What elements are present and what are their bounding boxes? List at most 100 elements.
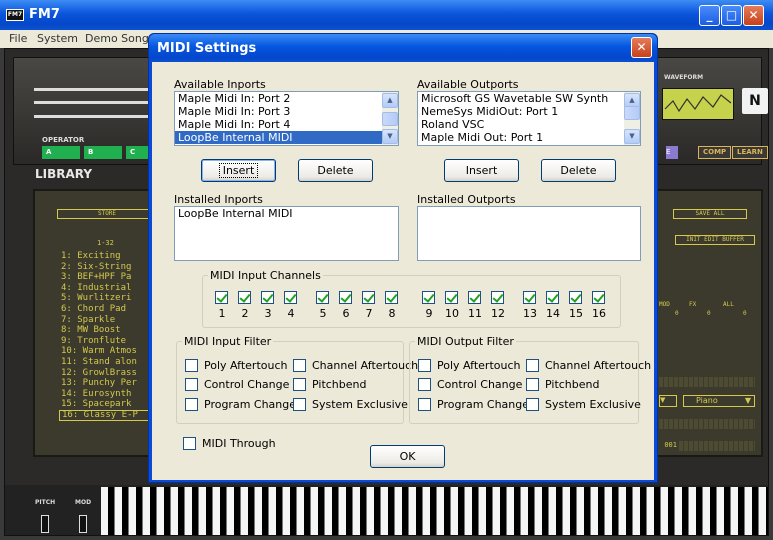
available-inport-item[interactable]: LoopBe Internal MIDI [175, 131, 398, 144]
available-outport-item[interactable]: NemeSys MidiOut: Port 1 [418, 105, 640, 118]
output-program-change-label: Program Change [437, 398, 530, 411]
available-outports-list[interactable]: Microsoft GS Wavetable SW Synth NemeSys M… [417, 91, 641, 146]
available-inports-scrollbar[interactable]: ▲ ▼ [382, 92, 398, 145]
mod-value: 0 [675, 310, 679, 317]
channel-8-checkbox[interactable] [385, 291, 398, 304]
minimize-button[interactable]: _ [699, 5, 720, 26]
channel-2-checkbox[interactable] [238, 291, 251, 304]
output-control-change-checkbox[interactable] [418, 378, 431, 391]
menu-file[interactable]: File [9, 32, 27, 45]
available-outport-item[interactable]: Roland VSC [418, 118, 640, 131]
available-inport-item[interactable]: Maple Midi In: Port 3 [175, 105, 398, 118]
installed-inports-list[interactable]: LoopBe Internal MIDI [174, 206, 399, 261]
insert-outport-button[interactable]: Insert [444, 159, 519, 182]
chevron-down-icon: ▼ [660, 396, 666, 404]
channel-10-checkbox[interactable] [445, 291, 458, 304]
store-button[interactable]: STORE [57, 209, 157, 219]
installed-inport-item[interactable]: LoopBe Internal MIDI [175, 207, 398, 220]
main-close-button[interactable]: ✕ [743, 5, 764, 26]
channel-6-label: 6 [342, 307, 350, 320]
output-system-exclusive-label: System Exclusive [545, 398, 641, 411]
output-program-change-checkbox[interactable] [418, 398, 431, 411]
channel-15-checkbox[interactable] [569, 291, 582, 304]
ok-button[interactable]: OK [370, 445, 445, 468]
main-title-bar[interactable]: FM7 FM7 _ □ ✕ [0, 0, 773, 30]
operator-a-button[interactable]: A [42, 146, 80, 159]
preset-range-label: 1-32 [97, 239, 114, 247]
installed-outports-list[interactable] [417, 206, 641, 261]
instrument-dropdown[interactable]: Piano ▼ [683, 395, 755, 407]
output-channel-aftertouch-checkbox[interactable] [526, 359, 539, 372]
scroll-down-icon[interactable]: ▼ [382, 129, 398, 144]
instrument-selector[interactable]: ▼ Piano ▼ [659, 395, 755, 407]
available-outport-item[interactable]: Microsoft GS Wavetable SW Synth [418, 92, 640, 105]
mod-wheel[interactable] [79, 515, 87, 533]
channel-9-checkbox[interactable] [422, 291, 435, 304]
available-inport-item[interactable]: Maple Midi In: Port 2 [175, 92, 398, 105]
scroll-down-icon[interactable]: ▼ [624, 129, 640, 144]
delete-inport-button[interactable]: Delete [298, 159, 373, 182]
dialog-title-bar[interactable]: MIDI Settings ✕ [149, 34, 657, 62]
channel-6-checkbox[interactable] [339, 291, 352, 304]
save-all-button[interactable]: SAVE ALL [673, 209, 747, 219]
dialog-close-button[interactable]: ✕ [631, 37, 652, 58]
insert-inport-button[interactable]: Insert [201, 159, 276, 182]
input-channel-aftertouch-checkbox[interactable] [293, 359, 306, 372]
channel-13-checkbox[interactable] [523, 291, 536, 304]
channel-4-checkbox[interactable] [284, 291, 297, 304]
output-channel-aftertouch-label: Channel Aftertouch [545, 359, 652, 372]
input-poly-aftertouch-label: Poly Aftertouch [204, 359, 288, 372]
learn-button[interactable]: LEARN [732, 146, 768, 159]
scroll-thumb[interactable] [624, 106, 640, 120]
channel-1-checkbox[interactable] [215, 291, 228, 304]
scroll-thumb[interactable] [382, 112, 398, 126]
midi-through-checkbox[interactable] [183, 437, 196, 450]
channel-14-checkbox[interactable] [546, 291, 559, 304]
output-pitchbend-checkbox[interactable] [526, 378, 539, 391]
channel-2-label: 2 [241, 307, 249, 320]
piano-keyboard[interactable] [101, 487, 768, 535]
input-pitchbend-checkbox[interactable] [293, 378, 306, 391]
e-button[interactable]: E [666, 146, 678, 159]
delete-outport-button[interactable]: Delete [541, 159, 616, 182]
menu-demo-song[interactable]: Demo Song [85, 32, 149, 45]
mod-fx-all-box: MOD FX ALL 0 0 0 [659, 301, 755, 319]
instrument-prefix-dropdown[interactable]: ▼ [659, 395, 677, 407]
input-system-exclusive-checkbox[interactable] [293, 398, 306, 411]
channel-11-checkbox[interactable] [468, 291, 481, 304]
pitch-wheel[interactable] [41, 515, 49, 533]
available-outports-label: Available Outports [417, 78, 519, 91]
channel-5-label: 5 [319, 307, 327, 320]
init-edit-buffer-button[interactable]: INIT EDIT BUFFER [675, 235, 755, 245]
installed-inports-label: Installed Inports [174, 193, 263, 206]
output-poly-aftertouch-label: Poly Aftertouch [437, 359, 521, 372]
mod-wheel-label: MOD [75, 499, 92, 506]
dialog-client-area: Available Inports Maple Midi In: Port 2M… [152, 62, 654, 480]
available-inport-item[interactable]: Maple Midi In: Port 4 [175, 118, 398, 131]
available-outports-scrollbar[interactable]: ▲ ▼ [624, 92, 640, 145]
output-poly-aftertouch-checkbox[interactable] [418, 359, 431, 372]
operator-b-button[interactable]: B [84, 146, 122, 159]
channel-12-checkbox[interactable] [491, 291, 504, 304]
channel-5-checkbox[interactable] [316, 291, 329, 304]
menu-system[interactable]: System [37, 32, 78, 45]
comp-button[interactable]: COMP [698, 146, 732, 159]
maximize-button[interactable]: □ [721, 5, 742, 26]
channel-3-checkbox[interactable] [261, 291, 274, 304]
scroll-up-icon[interactable]: ▲ [382, 93, 398, 108]
midi-input-filter-label: MIDI Input Filter [182, 335, 274, 348]
waveform-label: WAVEFORM [664, 74, 704, 81]
waveform-display [662, 88, 734, 120]
channel-7-checkbox[interactable] [362, 291, 375, 304]
channel-9-label: 9 [425, 307, 433, 320]
input-control-change-checkbox[interactable] [185, 378, 198, 391]
input-channel-aftertouch-label: Channel Aftertouch [312, 359, 419, 372]
available-inports-list[interactable]: Maple Midi In: Port 2 Maple Midi In: Port… [174, 91, 399, 146]
channel-16-checkbox[interactable] [592, 291, 605, 304]
available-outport-item[interactable]: Maple Midi Out: Port 1 [418, 131, 640, 144]
input-program-change-checkbox[interactable] [185, 398, 198, 411]
installed-outports-label: Installed Outports [417, 193, 516, 206]
input-poly-aftertouch-checkbox[interactable] [185, 359, 198, 372]
output-system-exclusive-checkbox[interactable] [526, 398, 539, 411]
channel-1-label: 1 [218, 307, 226, 320]
